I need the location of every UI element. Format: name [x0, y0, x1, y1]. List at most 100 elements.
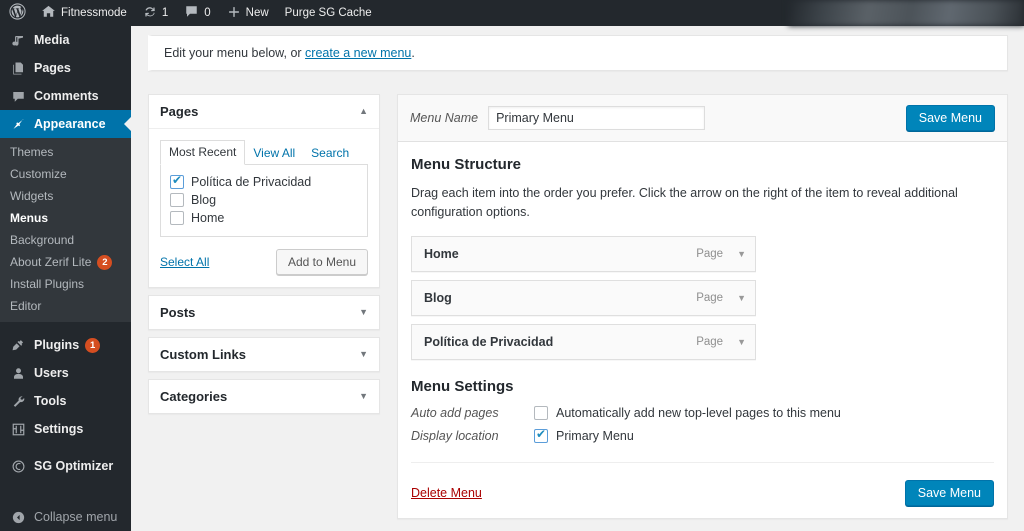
new-content-menu[interactable]: New	[219, 0, 277, 26]
purge-sg-cache-button[interactable]: Purge SG Cache	[277, 0, 380, 26]
chevron-down-icon[interactable]: ▼	[737, 337, 746, 347]
sidebar-item-label: Media	[34, 33, 70, 47]
display-location-text: Primary Menu	[556, 428, 634, 443]
sidebar-subitem-background[interactable]: Background	[0, 229, 131, 251]
purge-sg-cache-label: Purge SG Cache	[284, 7, 372, 19]
site-name-label: Fitnessmode	[61, 7, 127, 19]
updates-menu[interactable]: 1	[135, 0, 176, 26]
notice-text-after: .	[411, 46, 415, 60]
delete-menu-link[interactable]: Delete Menu	[411, 486, 482, 500]
list-item[interactable]: Home	[170, 209, 358, 227]
menu-item-row[interactable]: Blog Page ▼	[411, 279, 756, 316]
sidebar-item-label: SG Optimizer	[34, 459, 114, 473]
chevron-down-icon[interactable]: ▼	[737, 249, 746, 259]
menu-item-row[interactable]: Home Page ▼	[411, 235, 756, 272]
pages-checklist-panel: Política de Privacidad Blog Home	[160, 164, 368, 237]
auto-add-pages-row: Auto add pages Automatically add new top…	[411, 405, 994, 420]
menu-name-input[interactable]	[488, 106, 706, 130]
collapse-menu-label: Collapse menu	[34, 510, 118, 524]
chevron-down-icon[interactable]: ▼	[737, 293, 746, 303]
menu-item-type: Page	[696, 335, 724, 348]
posts-metabox-header[interactable]: Posts ▼	[149, 296, 379, 329]
plus-icon	[227, 5, 241, 22]
sidebar-item-plugins[interactable]: Plugins 1	[0, 331, 131, 359]
tab-search[interactable]: Search	[303, 142, 357, 165]
chevron-up-icon[interactable]: ▲	[359, 107, 368, 116]
sidebar-subitem-customize[interactable]: Customize	[0, 163, 131, 185]
sidebar-subitem-widgets[interactable]: Widgets	[0, 185, 131, 207]
save-menu-button-top[interactable]: Save Menu	[905, 105, 995, 131]
sidebar-item-media[interactable]: Media	[0, 26, 131, 54]
chevron-down-icon[interactable]: ▼	[359, 392, 368, 401]
collapse-arrow-icon	[9, 510, 28, 525]
wordpress-logo-button[interactable]	[0, 0, 33, 26]
sidebar-item-pages[interactable]: Pages	[0, 54, 131, 82]
categories-metabox: Categories ▼	[148, 379, 380, 414]
menus-columns: Pages ▲ Most Recent View All Search Polí…	[148, 94, 1008, 519]
display-location-row: Display location Primary Menu	[411, 427, 994, 443]
sidebar-item-label: Users	[34, 366, 69, 380]
menu-structure-body: Menu Structure Drag each item into the o…	[398, 142, 1007, 469]
sidebar-subitem-themes[interactable]: Themes	[0, 141, 131, 163]
menu-settings-section: Menu Settings Auto add pages Automatical…	[411, 378, 994, 443]
chevron-down-icon[interactable]: ▼	[359, 308, 368, 317]
sidebar-item-label: Appearance	[34, 117, 106, 131]
menu-item-title: Política de Privacidad	[424, 334, 554, 349]
categories-metabox-header[interactable]: Categories ▼	[149, 380, 379, 413]
save-menu-button-bottom[interactable]: Save Menu	[904, 479, 994, 506]
page-checkbox[interactable]	[170, 211, 184, 225]
sidebar-subitem-label: About Zerif Lite	[10, 255, 92, 269]
sidebar-item-sg-optimizer[interactable]: SG Optimizer	[0, 452, 131, 480]
sidebar-subitem-install-plugins[interactable]: Install Plugins	[0, 273, 131, 295]
auto-add-pages-checkbox[interactable]	[534, 405, 548, 420]
menu-editor-footer: Delete Menu Save Menu	[398, 468, 1007, 518]
sidebar-item-label: Settings	[34, 422, 84, 436]
sidebar-item-label: Plugins	[34, 338, 80, 352]
sidebar-item-comments[interactable]: Comments	[0, 82, 131, 110]
sidebar-subitem-label: Themes	[10, 145, 54, 159]
tab-view-all[interactable]: View All	[245, 142, 303, 165]
page-checkbox[interactable]	[170, 193, 184, 207]
custom-links-metabox-header[interactable]: Custom Links ▼	[149, 338, 379, 371]
comments-count: 0	[204, 7, 211, 19]
updates-icon	[143, 5, 157, 22]
tab-most-recent[interactable]: Most Recent	[160, 140, 246, 165]
auto-add-pages-value[interactable]: Automatically add new top-level pages to…	[534, 405, 841, 420]
sidebar-item-appearance[interactable]: Appearance	[0, 110, 132, 138]
add-to-menu-button[interactable]: Add to Menu	[275, 249, 368, 275]
sidebar-subitem-editor[interactable]: Editor	[0, 295, 131, 317]
display-location-checkbox[interactable]	[534, 427, 548, 443]
sidebar-item-label: Comments	[34, 89, 99, 103]
create-new-menu-link[interactable]: create a new menu	[305, 46, 411, 60]
comments-icon	[9, 87, 28, 105]
menu-item-title: Blog	[424, 290, 452, 305]
sidebar-subitem-about-zerif-lite[interactable]: About Zerif Lite 2	[0, 251, 131, 273]
collapse-menu-button[interactable]: Collapse menu	[0, 503, 131, 531]
list-item[interactable]: Blog	[170, 191, 358, 209]
list-item[interactable]: Política de Privacidad	[170, 173, 358, 191]
sidebar-subitem-label: Widgets	[10, 189, 54, 203]
menu-items-list: Home Page ▼ Blog Page ▼ Política de Priv…	[411, 235, 756, 360]
home-icon	[41, 4, 56, 22]
add-menu-items-column: Pages ▲ Most Recent View All Search Polí…	[148, 94, 380, 421]
panel-divider	[411, 461, 994, 463]
menu-item-row[interactable]: Política de Privacidad Page ▼	[411, 323, 756, 360]
select-all-link[interactable]: Select All	[160, 255, 209, 269]
pages-metabox-header[interactable]: Pages ▲	[149, 95, 379, 129]
sidebar-item-settings[interactable]: Settings	[0, 415, 131, 443]
menu-editor-panel: Menu Name Save Menu Menu Structure Drag …	[397, 94, 1008, 519]
sidebar-item-label: Pages	[34, 61, 71, 75]
content-area: Edit your menu below, or create a new me…	[131, 26, 1024, 531]
sidebar-item-users[interactable]: Users	[0, 359, 131, 387]
sidebar-item-tools[interactable]: Tools	[0, 387, 131, 415]
page-checkbox[interactable]	[170, 173, 184, 189]
sidebar-subitem-menus[interactable]: Menus	[0, 207, 131, 229]
comments-menu[interactable]: 0	[176, 0, 218, 26]
sg-optimizer-icon	[9, 457, 28, 475]
sidebar-subitem-label: Install Plugins	[10, 277, 85, 291]
chevron-down-icon[interactable]: ▼	[359, 350, 368, 359]
pages-metabox-body: Most Recent View All Search Política de …	[149, 129, 379, 287]
settings-sliders-icon	[9, 420, 28, 438]
display-location-value[interactable]: Primary Menu	[534, 427, 634, 443]
site-name-menu[interactable]: Fitnessmode	[33, 0, 135, 26]
